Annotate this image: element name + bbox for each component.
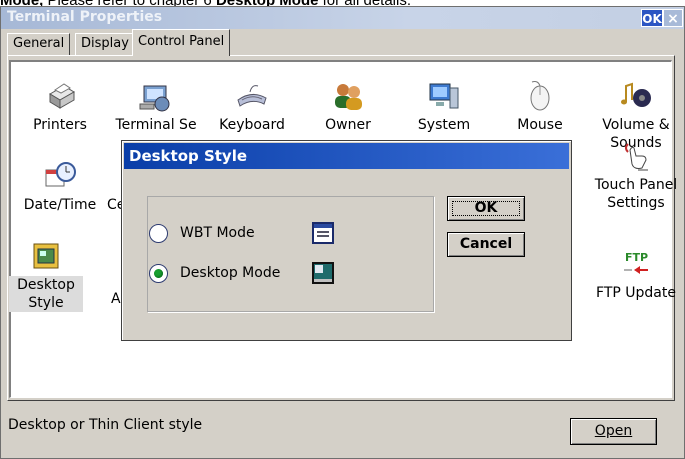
radio-checked-dot <box>154 268 163 278</box>
item-label: Touch Panel Settings <box>594 177 678 211</box>
desktop-style-icon <box>33 243 59 269</box>
open-button[interactable]: Open <box>570 418 657 445</box>
dialog-title: Desktop Style <box>129 147 248 165</box>
wbt-window-icon <box>312 222 334 244</box>
tab-general[interactable]: General <box>7 33 71 55</box>
item-label: Terminal Se <box>115 117 197 133</box>
window-titlebar[interactable]: Terminal Properties OK × <box>1 7 684 29</box>
list-item-terminal-server[interactable]: Terminal Se <box>111 80 201 134</box>
ok-button[interactable]: OK <box>447 196 525 221</box>
desktop-style-dialog: Desktop Style WBT Mode Desktop Mode OK C… <box>121 140 572 341</box>
tab-display[interactable]: Display <box>75 33 135 55</box>
list-item-ftp-update[interactable]: FTP FTP Update <box>591 248 681 302</box>
list-item-date-time[interactable]: Date/Time <box>15 160 105 214</box>
mouse-icon <box>530 81 550 111</box>
terminal-server-icon <box>139 85 170 112</box>
list-item-printers[interactable]: Printers <box>15 80 105 134</box>
item-label: Owner <box>325 117 371 133</box>
open-button-label: Open <box>594 423 633 439</box>
ftp-icon: FTP <box>624 251 648 274</box>
item-label: Desktop Style <box>9 276 83 312</box>
list-item-touch-panel[interactable]: Touch Panel Settings <box>591 140 681 212</box>
owner-icon <box>335 84 362 110</box>
list-item-keyboard[interactable]: Keyboard <box>207 80 297 134</box>
desktop-window-icon <box>312 262 334 284</box>
window-title: Terminal Properties <box>7 9 163 25</box>
status-text: Desktop or Thin Client style <box>8 417 203 433</box>
volume-icon <box>621 82 651 107</box>
titlebar-ok-button[interactable]: OK <box>641 9 663 27</box>
item-label: FTP Update <box>596 285 676 301</box>
wbt-mode-radio[interactable] <box>149 223 168 243</box>
svg-text:FTP: FTP <box>625 251 648 264</box>
item-label: Keyboard <box>219 117 285 133</box>
item-label: Date/Time <box>23 197 97 213</box>
keyboard-icon <box>237 85 267 107</box>
desktop-mode-radio[interactable] <box>149 263 168 283</box>
item-label: System <box>417 117 471 133</box>
dialog-titlebar[interactable]: Desktop Style <box>124 143 569 169</box>
cancel-button[interactable]: Cancel <box>447 232 525 257</box>
item-label: Mouse <box>517 117 563 133</box>
system-icon <box>429 83 459 109</box>
tab-control-panel[interactable]: Control Panel <box>132 29 231 58</box>
wbt-mode-label: WBT Mode <box>180 225 255 241</box>
list-item-owner[interactable]: Owner <box>303 80 393 134</box>
touch-panel-icon <box>625 143 648 171</box>
mode-groupbox <box>147 196 434 312</box>
close-icon[interactable]: × <box>663 9 683 27</box>
list-item-desktop-style[interactable]: Desktop Style <box>9 240 83 312</box>
printer-icon <box>49 83 75 109</box>
list-item-system[interactable]: System <box>399 80 489 134</box>
item-label: Printers <box>33 117 87 133</box>
desktop-mode-label: Desktop Mode <box>180 265 281 281</box>
wbt-mode-option[interactable]: WBT Mode <box>149 221 334 245</box>
clock-icon <box>45 162 76 187</box>
desktop-mode-option[interactable]: Desktop Mode <box>149 261 334 285</box>
list-item-mouse[interactable]: Mouse <box>495 80 585 134</box>
